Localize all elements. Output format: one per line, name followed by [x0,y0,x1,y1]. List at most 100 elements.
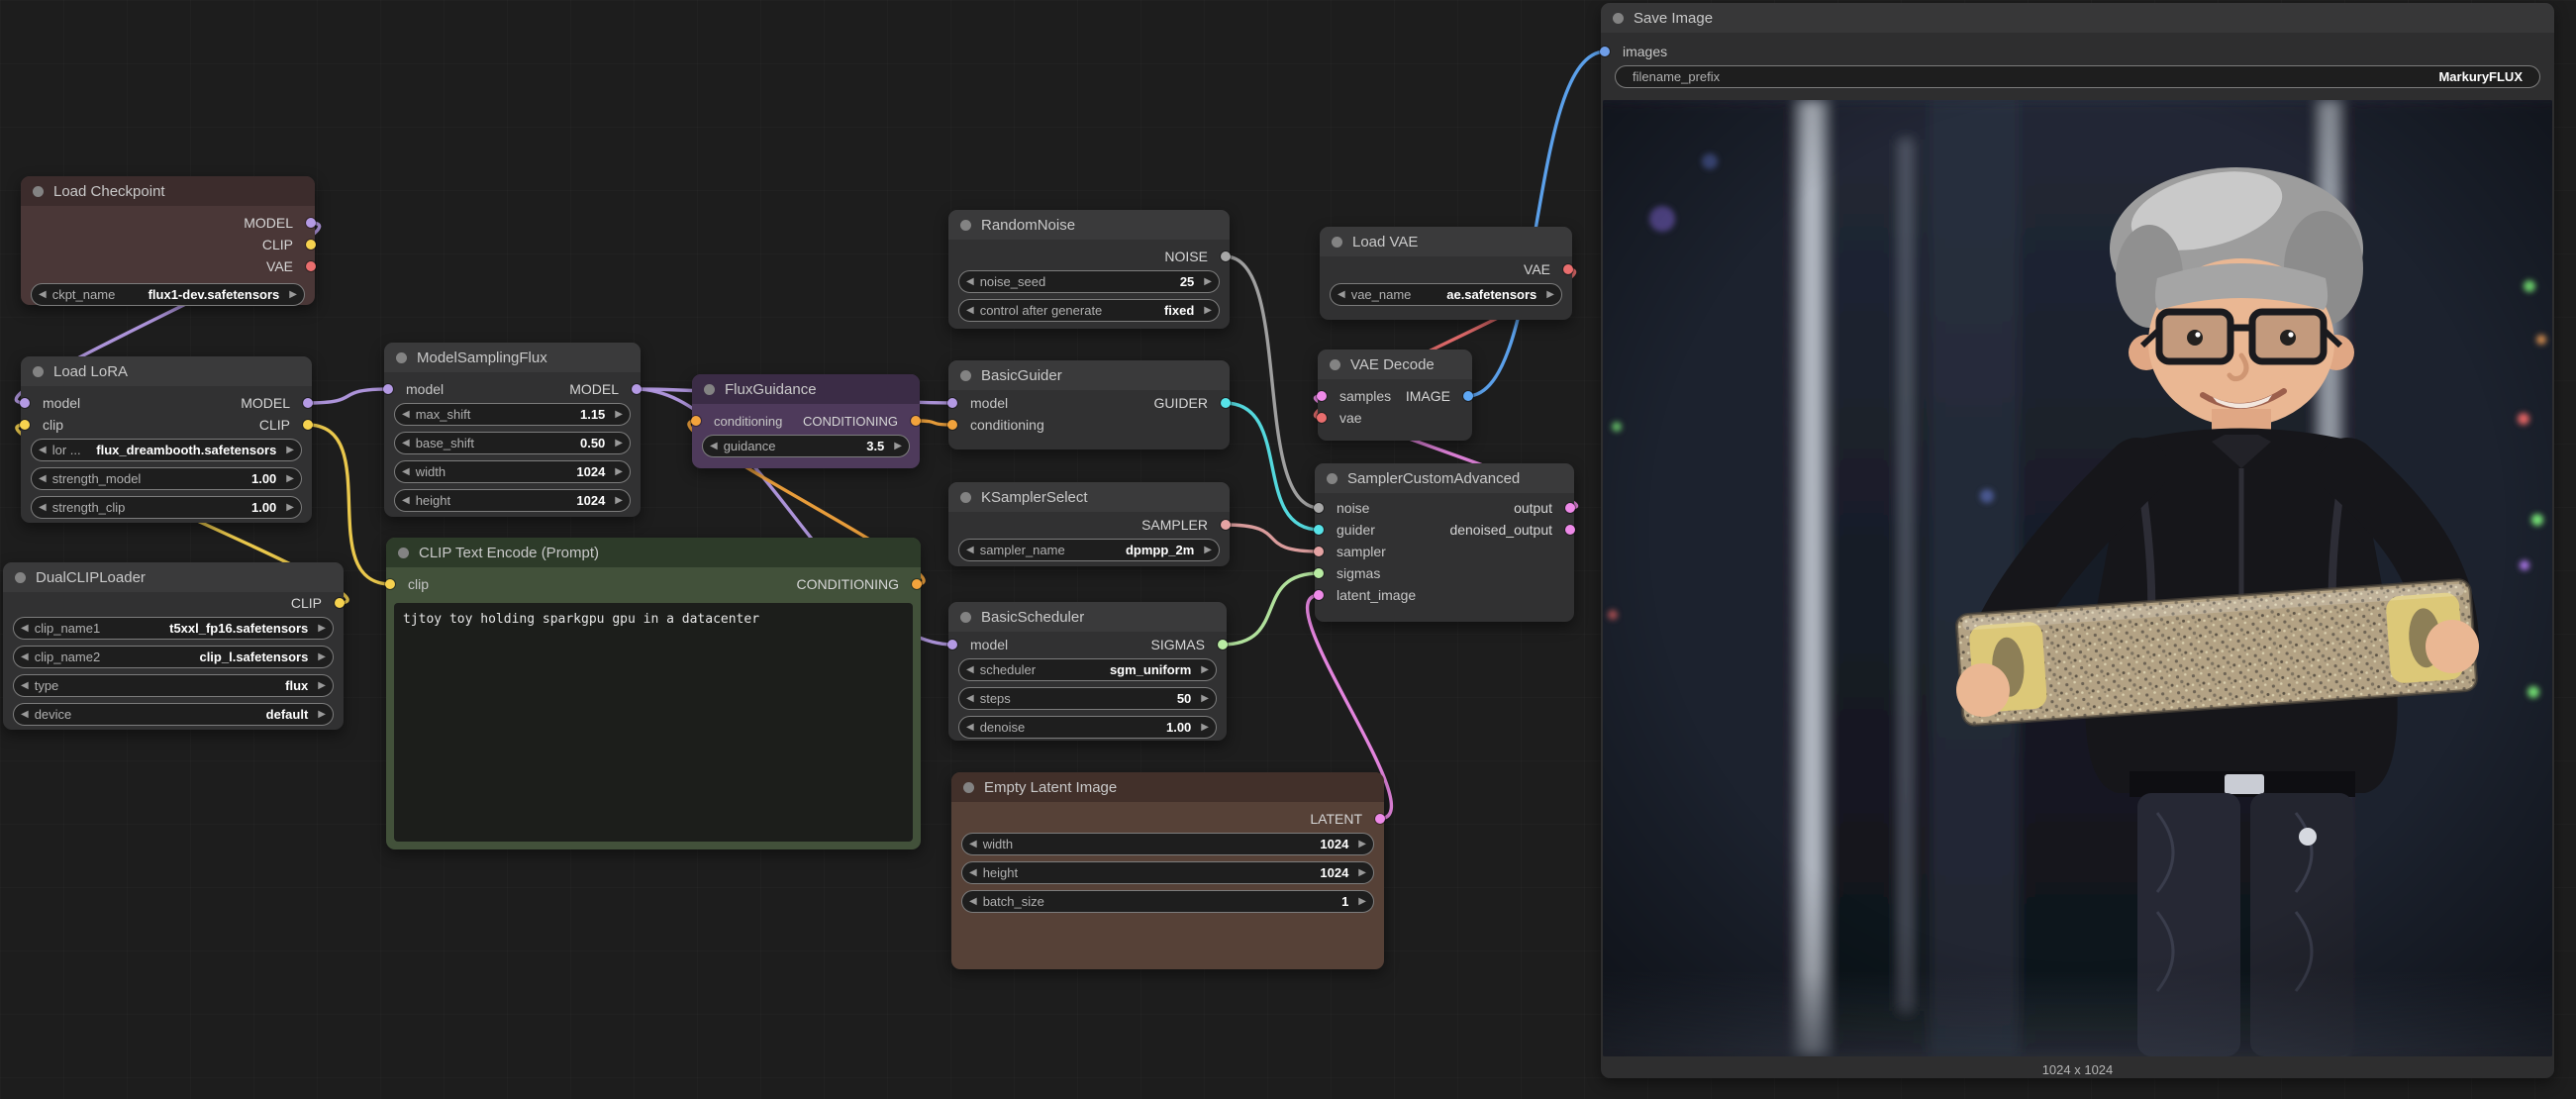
input-port-sampler[interactable] [1314,547,1324,556]
node-ksampler-select[interactable]: KSamplerSelect SAMPLER ◀ sampler_name dp… [948,482,1230,566]
node-header[interactable]: Load Checkpoint [21,176,315,206]
collapse-dot-icon[interactable] [960,370,971,381]
clip-name1-widget[interactable]: ◀ clip_name1 t5xxl_fp16.safetensors ▶ [13,617,334,640]
right-arrow-icon[interactable]: ▶ [289,290,297,300]
output-port-clip[interactable] [335,598,345,608]
right-arrow-icon[interactable]: ▶ [286,474,294,484]
input-port-vae[interactable] [1317,413,1327,423]
left-arrow-icon[interactable]: ◀ [966,546,974,555]
left-arrow-icon[interactable]: ◀ [966,306,974,316]
node-header[interactable]: ModelSamplingFlux [384,343,641,372]
output-port-model[interactable] [306,218,316,228]
strength-model-widget[interactable]: ◀ strength_model 1.00 ▶ [31,467,302,490]
guidance-widget[interactable]: ◀ guidance 3.5 ▶ [702,435,910,457]
right-arrow-icon[interactable]: ▶ [1204,277,1212,287]
device-widget[interactable]: ◀ device default ▶ [13,703,334,726]
left-arrow-icon[interactable]: ◀ [402,496,410,506]
left-arrow-icon[interactable]: ◀ [21,681,29,691]
right-arrow-icon[interactable]: ▶ [894,442,902,451]
input-port-conditioning[interactable] [947,420,957,430]
right-arrow-icon[interactable]: ▶ [615,467,623,477]
input-port-samples[interactable] [1317,391,1327,401]
node-load-lora[interactable]: Load LoRA model MODEL clip CLIP ◀ lor ..… [21,356,312,523]
node-dual-clip-loader[interactable]: DualCLIPLoader CLIP ◀ clip_name1 t5xxl_f… [3,562,344,730]
input-port-sigmas[interactable] [1314,568,1324,578]
collapse-dot-icon[interactable] [1327,473,1338,484]
collapse-dot-icon[interactable] [960,220,971,231]
generated-image-preview[interactable] [1603,100,2552,1056]
left-arrow-icon[interactable]: ◀ [21,710,29,720]
left-arrow-icon[interactable]: ◀ [39,503,47,513]
node-header[interactable]: VAE Decode [1318,350,1472,379]
collapse-dot-icon[interactable] [15,572,26,583]
node-load-vae[interactable]: Load VAE VAE ◀ vae_name ae.safetensors ▶ [1320,227,1572,320]
collapse-dot-icon[interactable] [33,366,44,377]
node-save-image[interactable]: Save Image images filename_prefix Markur… [1601,3,2554,1078]
collapse-dot-icon[interactable] [960,492,971,503]
node-empty-latent-image[interactable]: Empty Latent Image LATENT ◀ width 1024 ▶… [951,772,1384,969]
right-arrow-icon[interactable]: ▶ [318,681,326,691]
node-header[interactable]: FluxGuidance [692,374,920,404]
input-port-noise[interactable] [1314,503,1324,513]
steps-widget[interactable]: ◀ steps 50 ▶ [958,687,1217,710]
right-arrow-icon[interactable]: ▶ [615,410,623,420]
collapse-dot-icon[interactable] [704,384,715,395]
left-arrow-icon[interactable]: ◀ [966,277,974,287]
collapse-dot-icon[interactable] [396,352,407,363]
right-arrow-icon[interactable]: ▶ [1358,868,1366,878]
collapse-dot-icon[interactable] [1330,359,1340,370]
node-clip-text-encode[interactable]: CLIP Text Encode (Prompt) clip CONDITION… [386,538,921,849]
right-arrow-icon[interactable]: ▶ [1201,665,1209,675]
strength-clip-widget[interactable]: ◀ strength_clip 1.00 ▶ [31,496,302,519]
left-arrow-icon[interactable]: ◀ [969,897,977,907]
collapse-dot-icon[interactable] [963,782,974,793]
collapse-dot-icon[interactable] [398,548,409,558]
base-shift-widget[interactable]: ◀ base_shift 0.50 ▶ [394,432,631,454]
node-flux-guidance[interactable]: FluxGuidance conditioning CONDITIONING ◀… [692,374,920,468]
input-port-model[interactable] [947,398,957,408]
output-port-guider[interactable] [1221,398,1231,408]
output-port-latent[interactable] [1375,814,1385,824]
node-header[interactable]: Load VAE [1320,227,1572,256]
height-widget[interactable]: ◀ height 1024 ▶ [394,489,631,512]
left-arrow-icon[interactable]: ◀ [966,694,974,704]
node-header[interactable]: DualCLIPLoader [3,562,344,592]
left-arrow-icon[interactable]: ◀ [39,474,47,484]
collapse-dot-icon[interactable] [1613,13,1624,24]
filename-prefix-widget[interactable]: filename_prefix MarkuryFLUX [1615,65,2540,88]
right-arrow-icon[interactable]: ▶ [1546,290,1554,300]
type-widget[interactable]: ◀ type flux ▶ [13,674,334,697]
right-arrow-icon[interactable]: ▶ [318,710,326,720]
input-port-images[interactable] [1600,47,1610,56]
output-port-output[interactable] [1565,503,1575,513]
input-port-model[interactable] [947,640,957,649]
node-header[interactable]: Load LoRA [21,356,312,386]
input-port-guider[interactable] [1314,525,1324,535]
scheduler-widget[interactable]: ◀ scheduler sgm_uniform ▶ [958,658,1217,681]
clip-name2-widget[interactable]: ◀ clip_name2 clip_l.safetensors ▶ [13,646,334,668]
input-port-clip[interactable] [385,579,395,589]
node-header[interactable]: RandomNoise [948,210,1230,240]
left-arrow-icon[interactable]: ◀ [402,467,410,477]
right-arrow-icon[interactable]: ▶ [615,439,623,449]
left-arrow-icon[interactable]: ◀ [1338,290,1345,300]
collapse-dot-icon[interactable] [960,612,971,623]
output-port-conditioning[interactable] [911,416,921,426]
width-widget[interactable]: ◀ width 1024 ▶ [394,460,631,483]
left-arrow-icon[interactable]: ◀ [966,665,974,675]
right-arrow-icon[interactable]: ▶ [286,503,294,513]
output-port-noise[interactable] [1221,251,1231,261]
batch-size-widget[interactable]: ◀ batch_size 1 ▶ [961,890,1374,913]
right-arrow-icon[interactable]: ▶ [1201,723,1209,733]
output-port-model[interactable] [632,384,642,394]
left-arrow-icon[interactable]: ◀ [969,840,977,849]
left-arrow-icon[interactable]: ◀ [39,446,47,455]
right-arrow-icon[interactable]: ▶ [1201,694,1209,704]
node-header[interactable]: BasicScheduler [948,602,1227,632]
right-arrow-icon[interactable]: ▶ [318,652,326,662]
output-port-image[interactable] [1463,391,1473,401]
right-arrow-icon[interactable]: ▶ [1204,546,1212,555]
output-port-model[interactable] [303,398,313,408]
node-load-checkpoint[interactable]: Load Checkpoint MODEL CLIP VAE ◀ ckpt_na… [21,176,315,305]
input-port-conditioning[interactable] [691,416,701,426]
